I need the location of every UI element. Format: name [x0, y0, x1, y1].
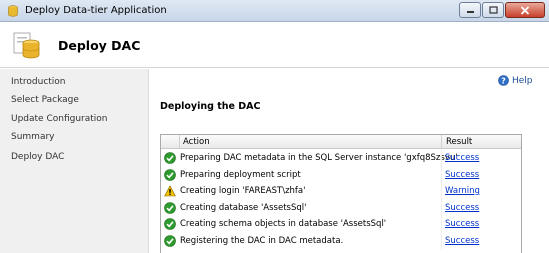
wizard-header: Deploy DAC	[0, 22, 549, 68]
column-header-action[interactable]: Action	[183, 137, 210, 147]
success-check-icon	[164, 218, 176, 230]
column-separator	[441, 150, 442, 167]
section-title: Deploying the DAC	[160, 101, 261, 112]
column-separator	[441, 216, 442, 233]
table-row: Preparing deployment script Success	[161, 166, 521, 184]
maximize-button[interactable]	[482, 2, 504, 18]
table-row: Creating schema objects in database 'Ass…	[161, 216, 521, 233]
database-app-icon	[8, 5, 18, 17]
help-label: Help	[512, 75, 533, 86]
table-row: Preparing DAC metadata in the SQL Server…	[161, 150, 521, 167]
success-check-icon	[164, 168, 176, 181]
column-header-result[interactable]: Result	[446, 137, 472, 147]
success-check-icon	[164, 152, 176, 164]
table-row: Registering the DAC in DAC metadata. Succ…	[161, 232, 521, 250]
warning-icon	[164, 185, 176, 197]
sidebar-item-introduction[interactable]: Introduction	[11, 77, 66, 87]
column-separator	[441, 183, 442, 200]
column-separator	[441, 232, 442, 250]
table-row: Creating database 'AssetsSql' Success	[161, 199, 521, 217]
column-separator	[441, 135, 442, 149]
column-separator	[179, 135, 180, 149]
row-result-link[interactable]: Success	[445, 203, 479, 213]
table-header: Action Result	[161, 135, 521, 149]
row-result-link[interactable]: Success	[445, 170, 479, 180]
row-action-text: Creating login 'FAREAST\zhfa'	[180, 186, 306, 196]
window-title: Deploy Data-tier Application	[25, 5, 167, 16]
close-icon	[520, 5, 530, 15]
row-result-link[interactable]: Success	[445, 236, 479, 246]
row-action-text: Creating schema objects in database 'Ass…	[180, 219, 387, 229]
wizard-sidebar: Introduction Select Package Update Confi…	[0, 69, 149, 253]
column-separator	[441, 166, 442, 184]
minimize-icon	[466, 11, 474, 13]
row-action-text: Preparing DAC metadata in the SQL Server…	[180, 153, 458, 163]
table-row: Creating login 'FAREAST\zhfa' Warning	[161, 183, 521, 200]
success-check-icon	[164, 201, 176, 214]
title-bar: Deploy Data-tier Application	[0, 0, 549, 22]
help-icon: ?	[498, 75, 509, 86]
page-title: Deploy DAC	[58, 38, 141, 53]
sidebar-item-deploy-dac[interactable]: Deploy DAC	[11, 152, 64, 162]
column-separator	[441, 199, 442, 217]
results-table: Action Result Preparing DAC metadata in …	[160, 134, 522, 253]
row-action-text: Creating database 'AssetsSql'	[180, 202, 307, 213]
maximize-icon	[488, 6, 498, 14]
database-icon	[13, 32, 40, 59]
minimize-button[interactable]	[459, 2, 481, 18]
success-check-icon	[164, 234, 176, 247]
close-button[interactable]	[505, 2, 545, 18]
row-result-link[interactable]: Success	[445, 219, 479, 229]
svg-text:?: ?	[501, 76, 506, 85]
sidebar-item-summary[interactable]: Summary	[11, 132, 55, 142]
row-result-link[interactable]: Warning	[445, 186, 480, 196]
row-result-link[interactable]: Success	[445, 153, 479, 163]
row-action-text: Preparing deployment script	[180, 169, 301, 180]
help-link[interactable]: ? Help	[498, 75, 533, 86]
row-action-text: Registering the DAC in DAC metadata.	[180, 235, 344, 246]
sidebar-item-select-package[interactable]: Select Package	[11, 95, 79, 105]
sidebar-item-update-configuration[interactable]: Update Configuration	[11, 114, 108, 124]
